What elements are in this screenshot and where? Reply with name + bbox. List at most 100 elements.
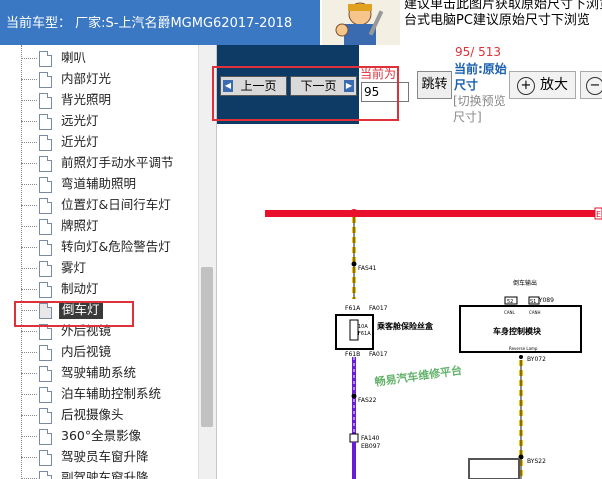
label-fa017-bottom: FA017 — [369, 351, 388, 358]
sidebar-item[interactable]: 位置灯&日间行车灯 — [21, 196, 197, 216]
tree-branch-line — [21, 415, 37, 416]
mechanic-promo-image[interactable] — [322, 0, 400, 45]
label-eb097: EB097 — [361, 443, 381, 450]
sidebar-item[interactable]: 内后视镜 — [21, 343, 197, 363]
sidebar-item[interactable]: 后视摄像头 — [21, 406, 197, 426]
zoom-out-button[interactable]: − — [580, 71, 602, 99]
sidebar-item[interactable]: 雾灯 — [21, 259, 197, 279]
sidebar-item-label: 背光照明 — [61, 92, 112, 107]
label-pin-s1: S1 — [530, 299, 536, 305]
document-icon — [39, 450, 52, 466]
sidebar-item-label: 内部灯光 — [61, 71, 112, 86]
toggle-preview-size-link[interactable]: [切换预览尺寸] — [453, 93, 513, 125]
page-count-text: 95/ 513 — [455, 45, 502, 59]
label-fa140: FA140 — [361, 435, 380, 442]
tree-branch-line — [21, 289, 37, 290]
label-bcm-header: 倒车输出 — [513, 279, 537, 287]
tree-branch-line — [21, 163, 37, 164]
nav-highlight-box — [212, 66, 399, 121]
splice-fas22 — [351, 393, 357, 399]
document-icon — [39, 387, 52, 403]
sidebar-item-label: 后视摄像头 — [61, 407, 124, 422]
vehicle-model-text: 当前车型： 厂家:S-上汽名爵MGMG62017-2018 — [6, 16, 293, 31]
label-reverse-lamp: Reverse Lamp — [509, 346, 538, 351]
document-icon — [39, 408, 52, 424]
tree-branch-line — [21, 100, 37, 101]
lower-component-box — [468, 458, 520, 479]
document-icon — [39, 135, 52, 151]
zoom-in-icon: + — [517, 77, 535, 95]
sidebar-item-label: 位置灯&日间行车灯 — [61, 197, 171, 212]
document-icon — [39, 345, 52, 361]
scrollbar-thumb[interactable] — [201, 267, 213, 427]
label-f61b: F61B — [345, 351, 360, 358]
label-fuse-value-2: F61A — [358, 331, 371, 337]
bus-junction — [350, 209, 358, 217]
sidebar-item-label: 360°全景影像 — [61, 428, 142, 443]
wiring-diagram[interactable]: E FAS41 F61A FA017 10A F61A 乘客舱保险丝盒 F61B… — [217, 124, 602, 479]
document-icon — [39, 114, 52, 130]
sidebar-item[interactable]: 转向灯&危险警告灯 — [21, 238, 197, 258]
tree-branch-line — [21, 394, 37, 395]
document-icon — [39, 282, 52, 298]
vehicle-info-bar: 当前车型： 厂家:S-上汽名爵MGMG62017-2018 — [0, 0, 320, 45]
tree-branch-line — [21, 436, 37, 437]
tree-branch-line — [21, 205, 37, 206]
sidebar-item[interactable]: 制动灯 — [21, 280, 197, 300]
sidebar-item[interactable]: 喇叭 — [21, 49, 197, 69]
tree-branch-line — [21, 247, 37, 248]
tree-branch-line — [21, 331, 37, 332]
watermark-text: 畅易汽车维修平台 — [374, 363, 463, 389]
sidebar-item[interactable]: 弯道辅助照明 — [21, 175, 197, 195]
splice-fas41 — [351, 261, 357, 267]
document-icon — [39, 72, 52, 88]
label-bcm-title: 车身控制模块 — [493, 326, 542, 336]
bus-end-label: E — [596, 210, 601, 219]
document-icon — [39, 240, 52, 256]
sidebar-item[interactable]: 远光灯 — [21, 112, 197, 132]
sidebar-item-label: 副驾驶车窗升降 — [61, 470, 149, 479]
document-icon — [39, 366, 52, 382]
label-can-h: CANH — [529, 310, 541, 315]
sidebar-item[interactable]: 驾驶员车窗升降 — [21, 448, 197, 468]
sidebar-item-label: 喇叭 — [61, 50, 87, 65]
document-icon — [39, 261, 52, 277]
sidebar-item[interactable]: 泊车辅助控制系统 — [21, 385, 197, 405]
sidebar-item[interactable]: 360°全景影像 — [21, 427, 197, 447]
zoom-in-label: 放大 — [540, 77, 568, 93]
sidebar-item-label: 制动灯 — [61, 281, 99, 296]
sidebar-item[interactable]: 内部灯光 — [21, 70, 197, 90]
sidebar-item[interactable]: 近光灯 — [21, 133, 197, 153]
tree-branch-line — [21, 226, 37, 227]
power-bus-bar — [265, 210, 595, 217]
label-fuse-value-1: 10A — [358, 324, 368, 330]
promo-text-line2: 台式电脑PC建议原始尺寸下浏览 — [404, 13, 590, 28]
wiring-diagram-svg: E FAS41 F61A FA017 10A F61A 乘客舱保险丝盒 F61B… — [265, 207, 602, 479]
sidebar-item[interactable]: 副驾驶车窗升降 — [21, 469, 197, 479]
connector-fa140 — [349, 433, 359, 443]
tree-branch-line — [21, 142, 37, 143]
tree-branch-line — [21, 373, 37, 374]
zoom-in-button[interactable]: + 放大 — [509, 71, 576, 99]
sidebar-item-label: 泊车辅助控制系统 — [61, 386, 162, 401]
sidebar-item-label: 前照灯手动水平调节 — [61, 155, 174, 170]
tree-branch-line — [21, 184, 37, 185]
sidebar-item[interactable]: 驾驶辅助系统 — [21, 364, 197, 384]
tree-branch-line — [21, 58, 37, 59]
jump-button[interactable]: 跳转 — [417, 71, 452, 99]
tree-branch-line — [21, 352, 37, 353]
selected-item-highlight-box — [14, 301, 134, 327]
sidebar-item-label: 驾驶员车窗升降 — [61, 449, 149, 464]
label-f61a: F61A — [345, 305, 361, 312]
document-icon — [39, 471, 52, 479]
splice-by072 — [519, 355, 523, 359]
label-fuse-box: 乘客舱保险丝盒 — [376, 321, 434, 331]
sidebar-item[interactable]: 前照灯手动水平调节 — [21, 154, 197, 174]
document-icon — [39, 51, 52, 67]
sidebar-item[interactable]: 牌照灯 — [21, 217, 197, 237]
document-icon — [39, 198, 52, 214]
label-pin-52: 52 — [507, 299, 513, 305]
label-by072: BY072 — [527, 356, 546, 363]
sidebar-item[interactable]: 背光照明 — [21, 91, 197, 111]
sidebar-item-label: 牌照灯 — [61, 218, 99, 233]
